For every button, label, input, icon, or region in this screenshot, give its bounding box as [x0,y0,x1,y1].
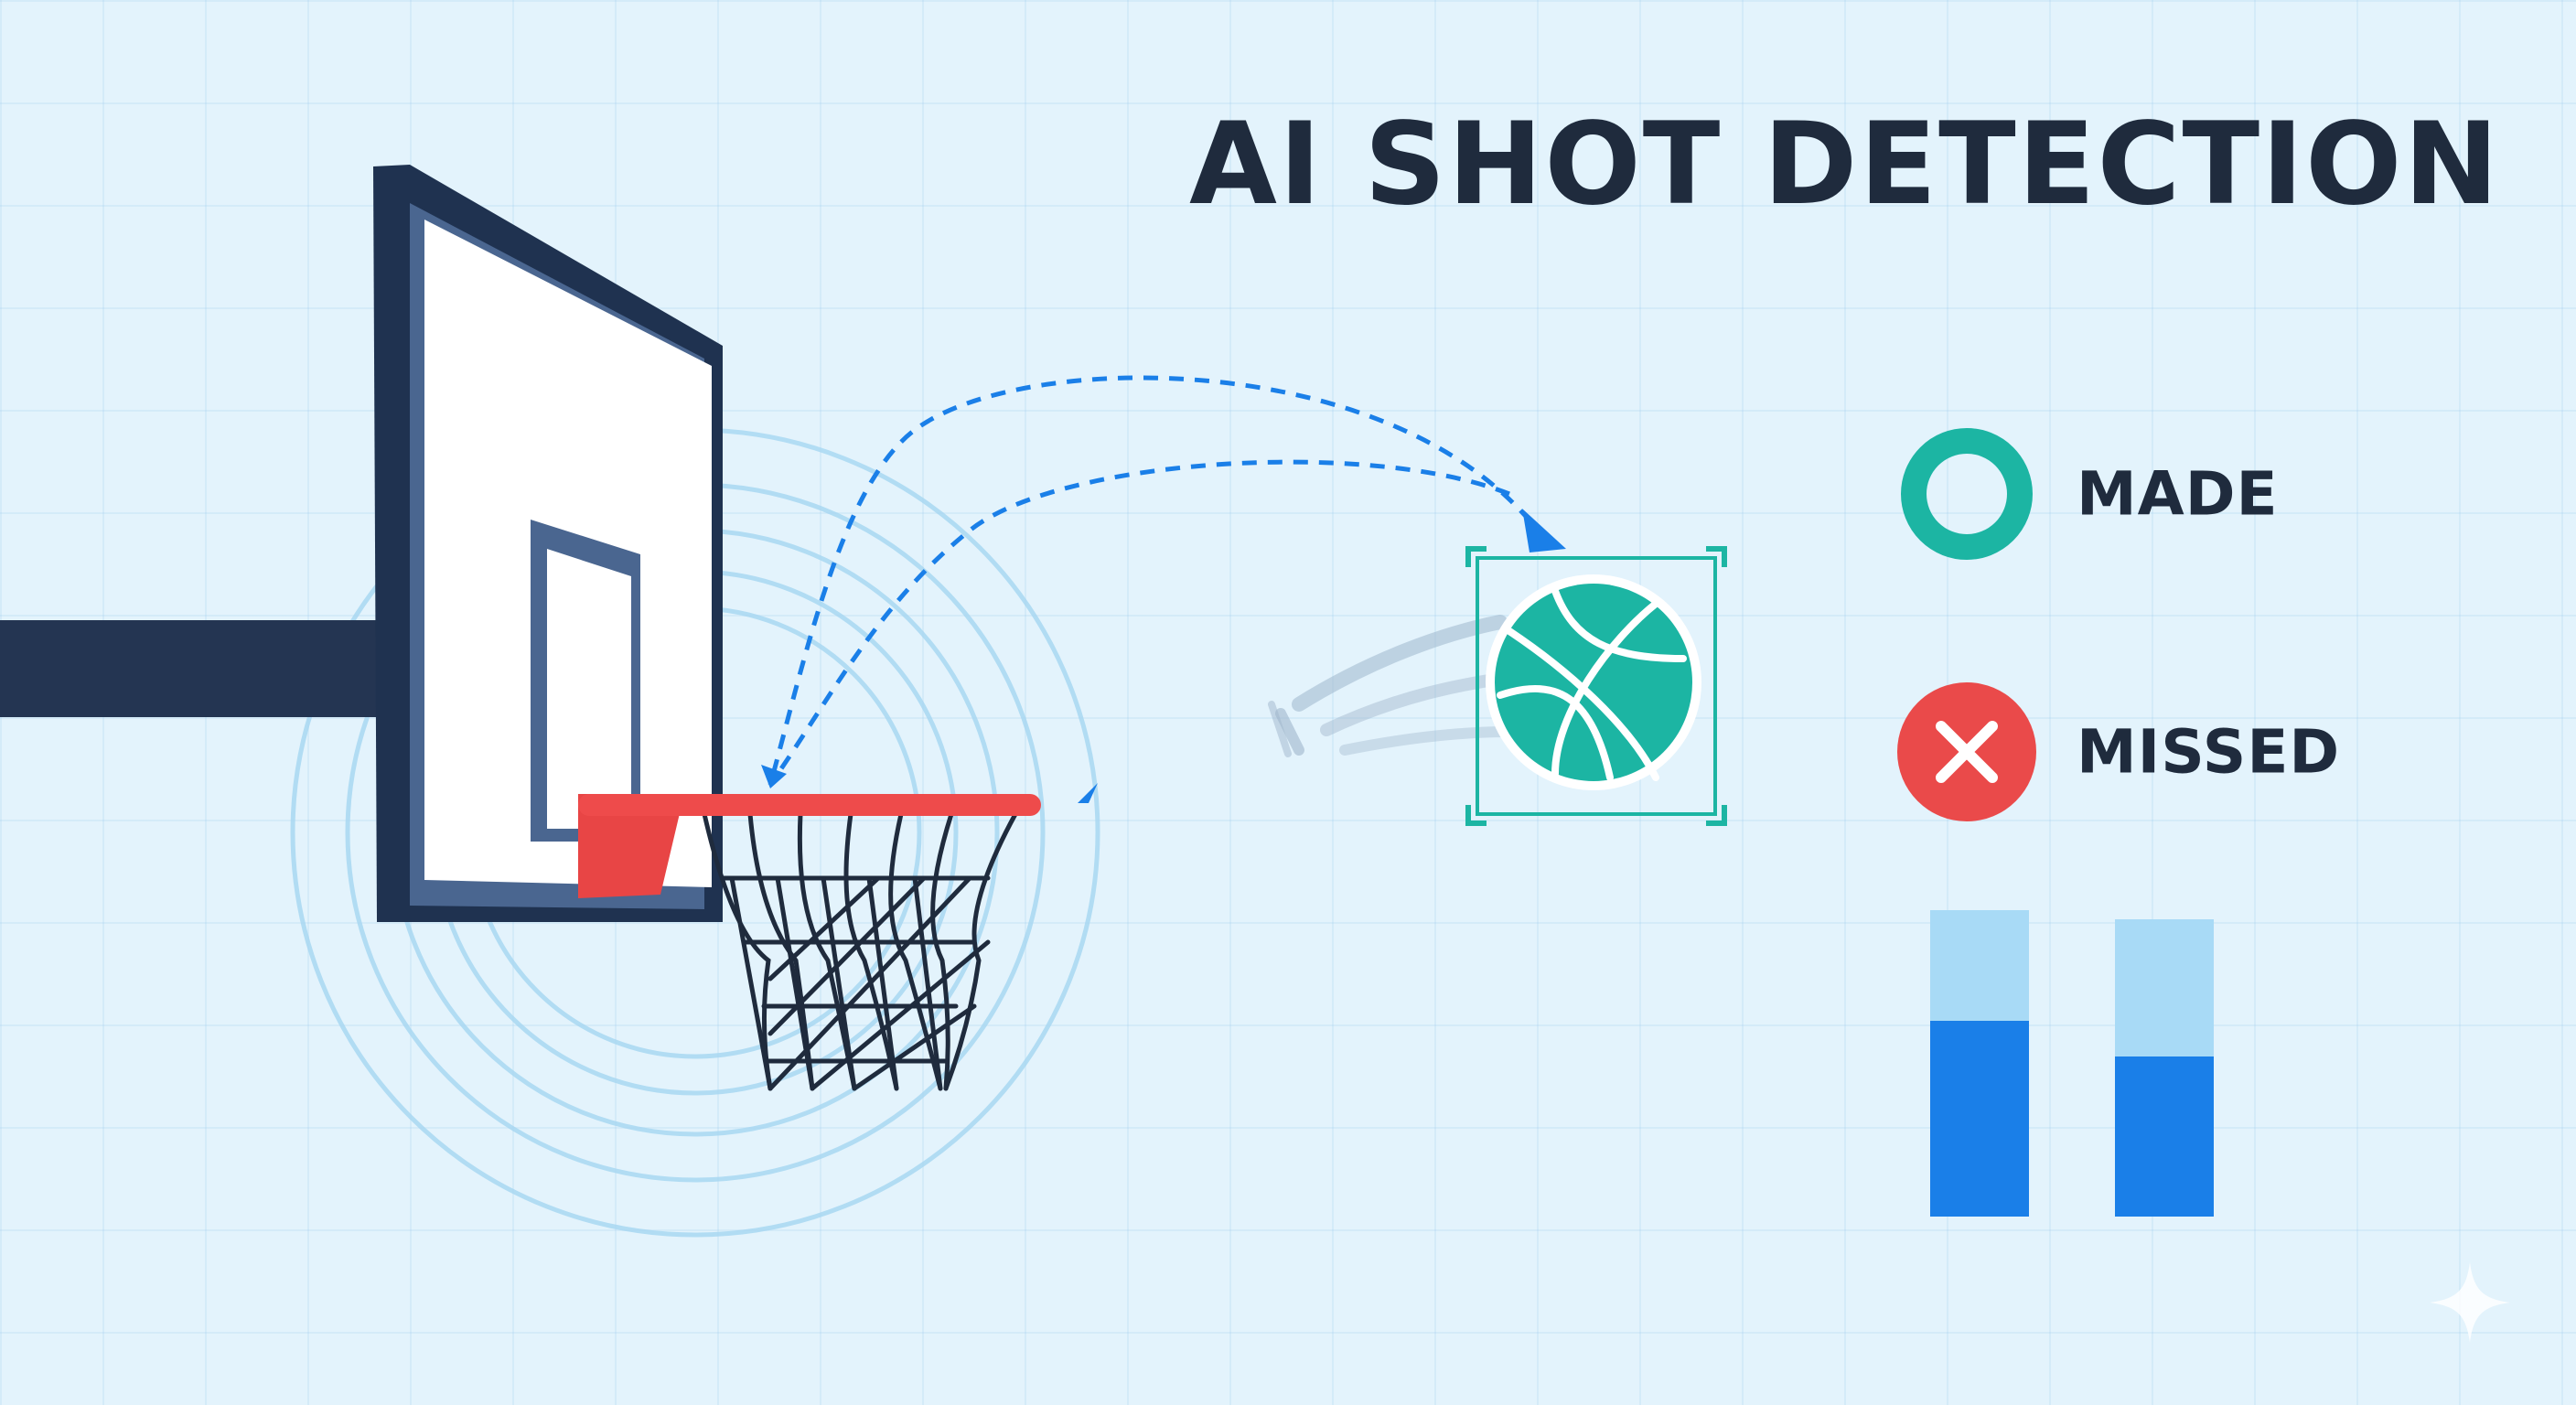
stats-bars [1930,910,2223,1217]
missed-bar-fill [2115,1056,2214,1217]
legend-missed: MISSED [1894,679,2442,825]
legend-missed-label: MISSED [2077,716,2341,788]
made-bar-fill [1930,1020,2029,1217]
trajectory-paths [767,375,1549,787]
rim [578,794,1041,898]
arrowhead-icon [761,509,1566,803]
legend-made-label: MADE [2077,458,2279,530]
basketball-icon [1486,574,1701,790]
missed-bar [2115,919,2214,1217]
made-bar [1930,910,2029,1217]
motion-trail [1268,615,1515,757]
sparkle-icon [2430,1262,2510,1343]
ring-icon [1901,428,2033,560]
backboard-arm [0,620,393,717]
page-title: AI SHOT DETECTION [1189,99,2501,231]
legend-made: MADE [1894,421,2442,567]
x-mark-icon [1897,682,2036,821]
